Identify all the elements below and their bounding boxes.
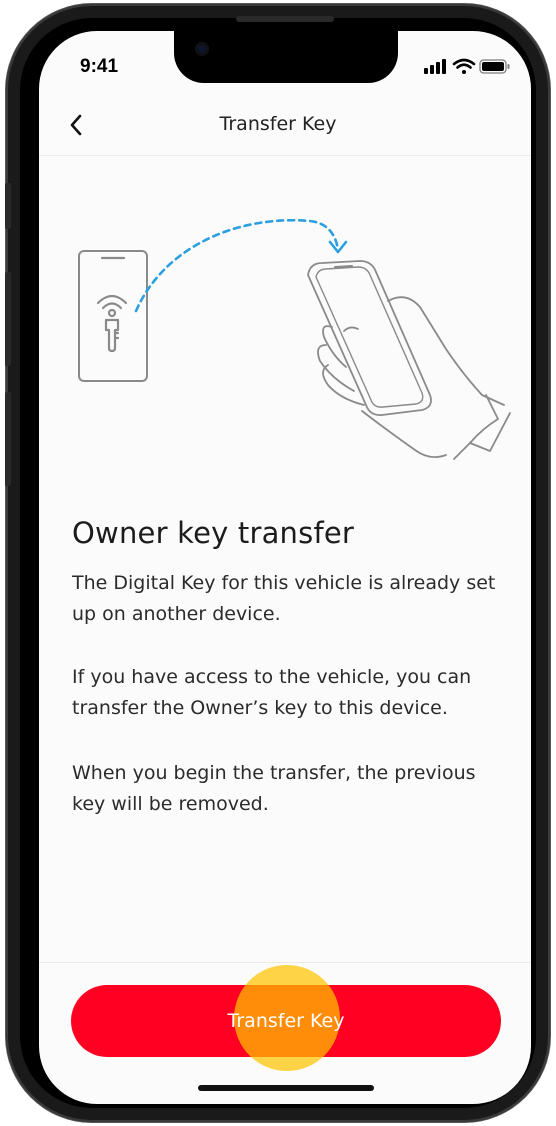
home-indicator[interactable]	[198, 1085, 374, 1091]
description-paragraph-1: The Digital Key for this vehicle is alre…	[72, 572, 496, 625]
page-title: Transfer Key	[219, 113, 337, 135]
footer-divider	[39, 962, 531, 963]
description-paragraph-3: When you begin the transfer, the previou…	[72, 762, 476, 815]
digital-key-icon	[96, 294, 128, 353]
hand-holding-phone-icon	[307, 260, 511, 460]
volume-down-button	[5, 392, 11, 486]
battery-icon	[479, 59, 510, 74]
description-paragraph-2: If you have access to the vehicle, you c…	[72, 666, 472, 719]
transfer-key-button-label: Transfer Key	[227, 1010, 345, 1032]
transfer-key-button[interactable]: Transfer Key	[71, 985, 501, 1057]
volume-up-button	[5, 272, 11, 366]
wifi-icon	[452, 58, 476, 74]
signal-icon	[424, 59, 446, 74]
key-transfer-illustration	[70, 205, 520, 475]
notch	[174, 31, 398, 83]
section-heading: Owner key transfer	[72, 516, 355, 550]
status-time: 9:41	[80, 56, 119, 77]
silent-switch	[5, 183, 11, 229]
speaker-grille	[236, 16, 334, 22]
front-camera	[195, 42, 209, 56]
status-icons	[424, 56, 514, 78]
